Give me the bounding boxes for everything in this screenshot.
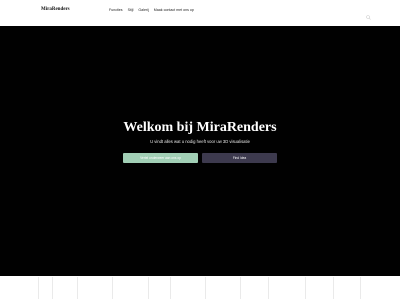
search-icon[interactable] bbox=[366, 7, 371, 20]
hero-section: Welkom bij MiraRenders U vindt alles wat… bbox=[0, 26, 400, 276]
site-header: MiraRenders Functies Stijl Galerij Maak … bbox=[0, 0, 400, 26]
nav-link-functies[interactable]: Functies bbox=[109, 8, 123, 12]
hero-title: Welkom bij MiraRenders bbox=[123, 120, 277, 135]
hero-subtitle: U vindt alles wat u nodig heeft voor uw … bbox=[150, 139, 250, 144]
primary-cta-button[interactable]: Vertel onderweer aan ons op bbox=[123, 153, 198, 163]
nav-link-stijl[interactable]: Stijl bbox=[128, 8, 134, 12]
main-nav: Functies Stijl Galerij Maak contact met … bbox=[109, 8, 194, 12]
secondary-cta-button[interactable]: Find Idea bbox=[202, 153, 277, 163]
nav-link-galerij[interactable]: Galerij bbox=[138, 8, 148, 12]
nav-link-contact[interactable]: Maak contact met ons op bbox=[154, 8, 194, 12]
gallery-preview-strip bbox=[0, 276, 400, 300]
site-logo[interactable]: MiraRenders bbox=[41, 7, 70, 12]
